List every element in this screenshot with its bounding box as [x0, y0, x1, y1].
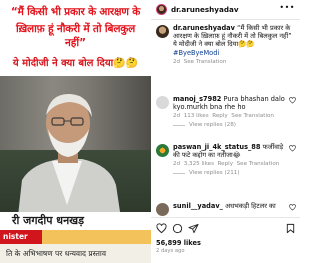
lower-third-role: nister	[0, 230, 42, 244]
actions-divider	[151, 217, 300, 218]
comment-time: 2d	[173, 113, 181, 120]
comment-item: sunil__yadav_ अधभकड़ी हिटलर का	[156, 202, 296, 216]
replies-dash	[173, 172, 185, 174]
caption-see-translation[interactable]: See Translation	[184, 59, 227, 65]
comment-avatar[interactable]	[156, 96, 169, 109]
view-replies-label: View replies (28)	[189, 122, 236, 129]
post-header: dr.aruneshyadav •••	[151, 0, 300, 18]
replies-dash	[173, 124, 185, 126]
comment-see-translation[interactable]: See Translation	[237, 161, 280, 167]
comment-text: paswan_ji_4k_status_88 फर्जीवाड़े की फटे…	[173, 143, 288, 159]
likes-count[interactable]: 56,899 likes	[156, 239, 201, 247]
comment-avatar[interactable]	[156, 203, 169, 216]
post-panel: dr.aruneshyadav ••• dr.aruneshyadav “मैं…	[151, 0, 300, 263]
caption-line-4: ये मोदीजी ने क्या बोल दिया🤔🤔	[0, 55, 151, 69]
lower-third-subtitle: ति के अभिभाषण पर धन्यवाद प्रस्ताव	[0, 244, 151, 263]
tv-lower-third: री जगदीप धनखड़ nister ति के अभिभाषण पर ध…	[0, 212, 151, 263]
caption-line-4-text: ये मोदीजी ने क्या बोल दिया	[12, 58, 114, 69]
caption-emoji: 🤔🤔	[238, 40, 255, 49]
caption-line-1: “मैं किसी भी प्रकार के आरक्षण के	[10, 6, 141, 18]
caption-avatar[interactable]	[156, 25, 169, 38]
author-avatar[interactable]	[156, 3, 167, 15]
comment-author[interactable]: sunil__yadav_	[173, 202, 223, 210]
comment-author[interactable]: manoj_s7982	[173, 95, 221, 103]
share-send-icon[interactable]	[188, 223, 199, 234]
heart-icon[interactable]	[289, 145, 296, 152]
like-heart-icon[interactable]	[156, 223, 167, 234]
comment-meta: 2d 113 likes Reply See Translation	[173, 113, 288, 119]
comment-emoji: 😂	[232, 151, 241, 160]
caption-time: 2d	[173, 58, 181, 65]
lower-third-strip	[42, 230, 151, 244]
caption-author[interactable]: dr.aruneshyadav	[173, 24, 235, 32]
caption-meta: 2d See Translation	[173, 59, 296, 65]
lower-third-name: री जगदीप धनखड़	[0, 212, 151, 230]
comment-time: 2d	[173, 161, 181, 168]
thinking-emoji: 🤔🤔	[113, 58, 139, 69]
comment-item: manoj_s7982 Pura bhashan dalo kyo.murkh …	[156, 95, 296, 128]
action-bar	[156, 223, 296, 235]
more-horizontal-icon[interactable]: •••	[279, 3, 295, 12]
post-media[interactable]: “मैं किसी भी प्रकार के आरक्षण के ख़िलाफ़…	[0, 0, 151, 263]
bookmark-icon[interactable]	[285, 223, 296, 234]
heart-icon[interactable]	[289, 97, 296, 104]
comment-body: अधभकड़ी हिटलर का	[225, 202, 276, 210]
post-caption: dr.aruneshyadav “मैं किसी भी प्रकार के आ…	[156, 24, 296, 65]
heart-icon[interactable]	[289, 204, 296, 211]
header-username[interactable]: dr.aruneshyadav	[171, 5, 239, 14]
comment-avatar[interactable]	[156, 144, 169, 157]
view-replies-button[interactable]: View replies (28)	[173, 122, 296, 128]
view-replies-label: View replies (211)	[189, 170, 240, 177]
comment-text: sunil__yadav_ अधभकड़ी हिटलर का	[173, 202, 288, 210]
caption-line-2: ख़िलाफ़ हूं नौकरी में तो बिलकुल	[15, 23, 136, 35]
caption-text: dr.aruneshyadav “मैं किसी भी प्रकार के आ…	[173, 24, 296, 57]
header-divider	[151, 19, 300, 20]
comment-likes[interactable]: 113 likes	[184, 113, 209, 119]
comment-author[interactable]: paswan_ji_4k_status_88	[173, 143, 260, 151]
caption-line-3: नहीं”	[64, 37, 87, 49]
caption-banner: “मैं किसी भी प्रकार के आरक्षण के ख़िलाफ़…	[0, 0, 151, 76]
comment-bubble-icon[interactable]	[172, 223, 183, 234]
comment-text: manoj_s7982 Pura bhashan dalo kyo.murkh …	[173, 95, 288, 111]
comment-reply-button[interactable]: Reply	[212, 113, 228, 119]
speaker-figure	[17, 93, 122, 225]
comment-meta: 2d 3,325 likes Reply See Translation	[173, 161, 288, 167]
caption-hashtag[interactable]: #ByeByeModi	[173, 49, 219, 57]
post-date: 2 days ago	[156, 248, 185, 254]
comment-reply-button[interactable]: Reply	[218, 161, 234, 167]
comment-item: paswan_ji_4k_status_88 फर्जीवाड़े की फटे…	[156, 143, 296, 176]
comment-likes[interactable]: 3,325 likes	[184, 161, 214, 167]
view-replies-button[interactable]: View replies (211)	[173, 170, 296, 176]
comment-see-translation[interactable]: See Translation	[231, 113, 274, 119]
